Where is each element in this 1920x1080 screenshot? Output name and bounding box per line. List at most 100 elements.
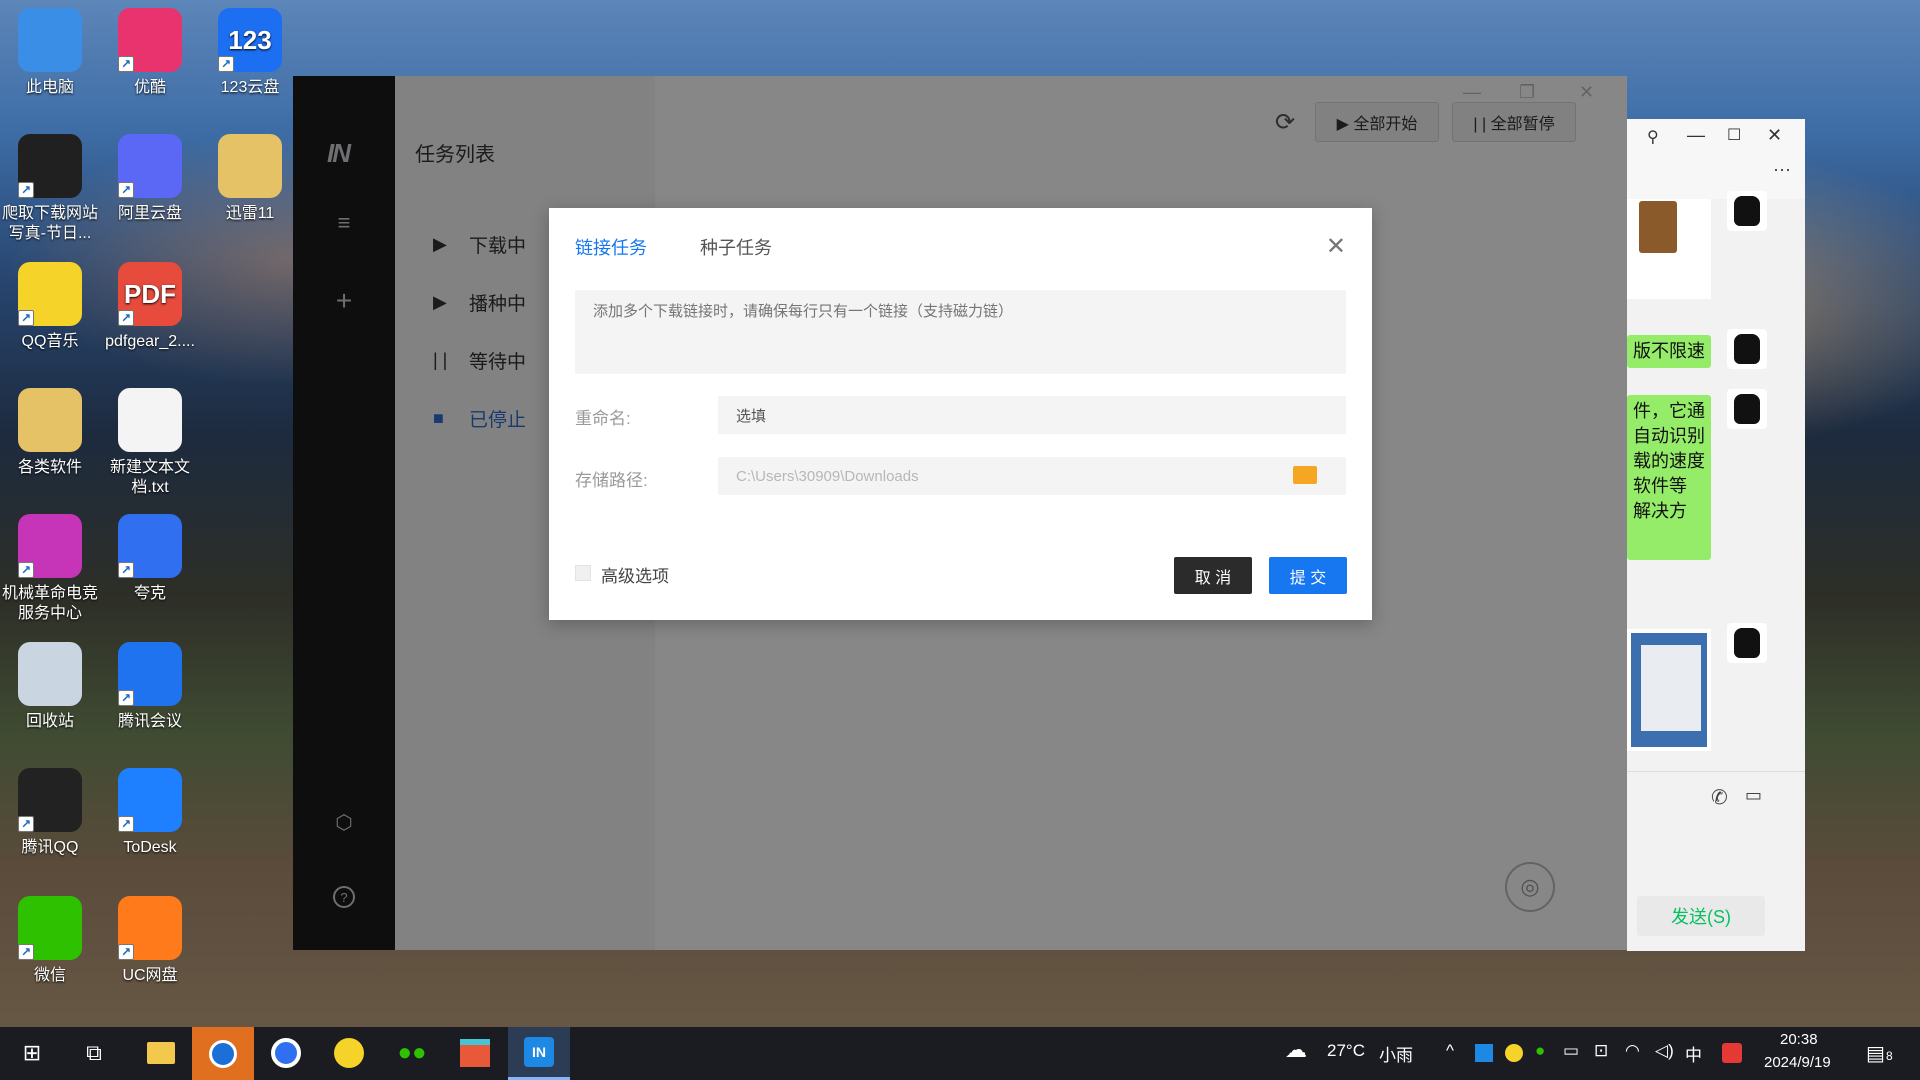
tab-torrent-task[interactable]: 种子任务	[700, 234, 772, 260]
wechat-icon: ↗	[18, 896, 82, 960]
divider	[1627, 771, 1805, 772]
qq-music-tray-icon[interactable]	[1505, 1044, 1523, 1062]
avatar[interactable]	[1727, 389, 1767, 429]
weather-temp: 27°C	[1327, 1041, 1365, 1060]
path-input[interactable]: C:\Users\30909\Downloads	[718, 457, 1346, 495]
downloader-tray-icon[interactable]	[1475, 1044, 1493, 1062]
more-icon[interactable]: ···	[1773, 159, 1791, 180]
avatar[interactable]	[1727, 623, 1767, 663]
desktop-icon[interactable]: PDF ↗ pdfgear_2....	[100, 262, 200, 352]
desktop-icon[interactable]: ↗ 腾讯会议	[100, 642, 200, 732]
desktop-icon[interactable]: ↗ UC网盘	[100, 896, 200, 986]
qq-music-taskbar-icon[interactable]	[331, 1035, 367, 1071]
desktop-icon[interactable]: ↗ ToDesk	[100, 768, 200, 858]
clock-time[interactable]: 20:38	[1780, 1031, 1818, 1048]
desktop-icon-label: 阿里云盘	[117, 205, 182, 222]
volume-icon[interactable]: ◁)	[1655, 1041, 1674, 1061]
desktop-icon[interactable]: ↗ 爬取下载网站写真-节日...	[0, 134, 100, 244]
desktop-icon-label: 腾讯QQ	[21, 839, 79, 856]
shortcut-arrow-icon: ↗	[18, 562, 34, 578]
folder-image-icon: ↗	[18, 134, 82, 198]
rename-label: 重命名:	[575, 409, 631, 428]
sogou-ime-icon[interactable]	[1722, 1043, 1742, 1063]
close-icon[interactable]: ✕	[1767, 125, 1782, 146]
text-file-icon	[118, 388, 182, 452]
chevron-up-icon[interactable]: ^	[1446, 1041, 1454, 1061]
notification-icon[interactable]: ▤	[1866, 1041, 1885, 1066]
desktop-icon-label: 此电脑	[25, 79, 74, 96]
folder-icon[interactable]	[1293, 466, 1317, 484]
desktop-icon[interactable]: ↗ 优酷	[100, 8, 200, 98]
desktop-icon[interactable]: ↗ 机械革命电竞服务中心	[0, 514, 100, 624]
desktop-icon[interactable]: ↗ 夸克	[100, 514, 200, 604]
desktop-icon-label: 爬取下载网站写真-节日...	[1, 205, 98, 242]
icon-glyph: 123	[228, 25, 272, 55]
store-taskbar-icon[interactable]	[457, 1035, 493, 1071]
weather-icon[interactable]: ☁	[1285, 1037, 1307, 1063]
display-icon[interactable]: ⊡	[1594, 1041, 1608, 1061]
clock-date[interactable]: 2024/9/19	[1764, 1054, 1831, 1071]
path-value: C:\Users\30909\Downloads	[736, 467, 919, 485]
shortcut-arrow-icon: ↗	[18, 182, 34, 198]
desktop-icon[interactable]: 此电脑	[0, 8, 100, 98]
desktop-icon-label: 微信	[33, 967, 66, 984]
desktop-icon[interactable]: 各类软件	[0, 388, 100, 478]
desktop-icon-label: UC网盘	[122, 967, 178, 984]
path-label: 存储路径:	[575, 471, 648, 490]
links-input[interactable]	[575, 290, 1346, 374]
avatar[interactable]	[1727, 329, 1767, 369]
ime-indicator[interactable]: 中	[1685, 1041, 1702, 1066]
desktop-icon[interactable]: 回收站	[0, 642, 100, 732]
send-button[interactable]: 发送(S)	[1637, 896, 1765, 936]
desktop-icon[interactable]: ↗ 腾讯QQ	[0, 768, 100, 858]
advanced-label: 高级选项	[601, 567, 669, 586]
pin-icon[interactable]: ⚲	[1647, 127, 1659, 147]
chat-titlebar: ⚲ — ☐ ✕ ···	[1627, 119, 1805, 199]
desktop-icon[interactable]: 新建文本文档.txt	[100, 388, 200, 498]
shortcut-arrow-icon: ↗	[118, 944, 134, 960]
shortcut-arrow-icon: ↗	[118, 182, 134, 198]
desktop-icon-label: 回收站	[25, 713, 74, 730]
edge-browser-icon[interactable]	[192, 1027, 254, 1080]
aliyun-drive-icon: ↗	[118, 134, 182, 198]
minimize-icon[interactable]: —	[1687, 125, 1705, 146]
desktop-icon[interactable]: 123 ↗ 123云盘	[200, 8, 300, 98]
tab-link-task[interactable]: 链接任务	[575, 234, 647, 260]
close-icon[interactable]: ✕	[1326, 232, 1346, 261]
submit-button[interactable]: 提 交	[1269, 557, 1347, 594]
desktop-icon-label: pdfgear_2....	[105, 333, 195, 350]
rename-input[interactable]: 选填	[718, 396, 1346, 434]
desktop-icon[interactable]: 迅雷11	[200, 134, 300, 224]
phone-icon[interactable]: ✆	[1711, 785, 1728, 810]
wifi-icon[interactable]: ◠	[1625, 1041, 1640, 1061]
start-icon[interactable]: ⊞	[14, 1035, 50, 1071]
new-task-dialog: 链接任务 种子任务 ✕ 重命名: 选填 存储路径: C:\Users\30909…	[549, 208, 1372, 620]
wechat-taskbar-icon[interactable]: ●●	[394, 1035, 430, 1071]
file-message[interactable]	[1627, 199, 1711, 299]
task-view-icon[interactable]: ⧉	[76, 1035, 112, 1071]
chat-window: ⚲ — ☐ ✕ ··· 版不限速 件，它通 自动识别 载的速度 软件等 解决方 …	[1627, 119, 1805, 951]
desktop-icon-label: 机械革命电竞服务中心	[1, 585, 98, 622]
shortcut-arrow-icon: ↗	[218, 56, 234, 72]
desktop-icon[interactable]: ↗ 阿里云盘	[100, 134, 200, 224]
qq-icon: ↗	[18, 768, 82, 832]
advanced-checkbox[interactable]	[575, 565, 591, 581]
desktop-icon-label: 123云盘	[220, 79, 280, 96]
desktop-icon[interactable]: ↗ QQ音乐	[0, 262, 100, 352]
desktop-icon[interactable]: ↗ 微信	[0, 896, 100, 986]
message-bubble: 件，它通 自动识别 载的速度 软件等 解决方	[1627, 395, 1711, 560]
battery-icon[interactable]: ▭	[1563, 1041, 1579, 1061]
video-call-icon[interactable]: ▭	[1745, 785, 1762, 806]
downloader-taskbar-icon[interactable]: IN	[508, 1027, 570, 1080]
cancel-button[interactable]: 取 消	[1174, 557, 1252, 594]
shortcut-arrow-icon: ↗	[18, 816, 34, 832]
quark-icon: ↗	[118, 514, 182, 578]
maximize-icon[interactable]: ☐	[1727, 125, 1741, 145]
avatar[interactable]	[1727, 191, 1767, 231]
screenshot-message[interactable]	[1627, 629, 1711, 751]
shortcut-arrow-icon: ↗	[118, 562, 134, 578]
wechat-tray-icon[interactable]: ●	[1535, 1041, 1545, 1061]
file-explorer-icon[interactable]	[143, 1035, 179, 1071]
this-pc-icon	[18, 8, 82, 72]
quark-taskbar-icon[interactable]	[268, 1035, 304, 1071]
